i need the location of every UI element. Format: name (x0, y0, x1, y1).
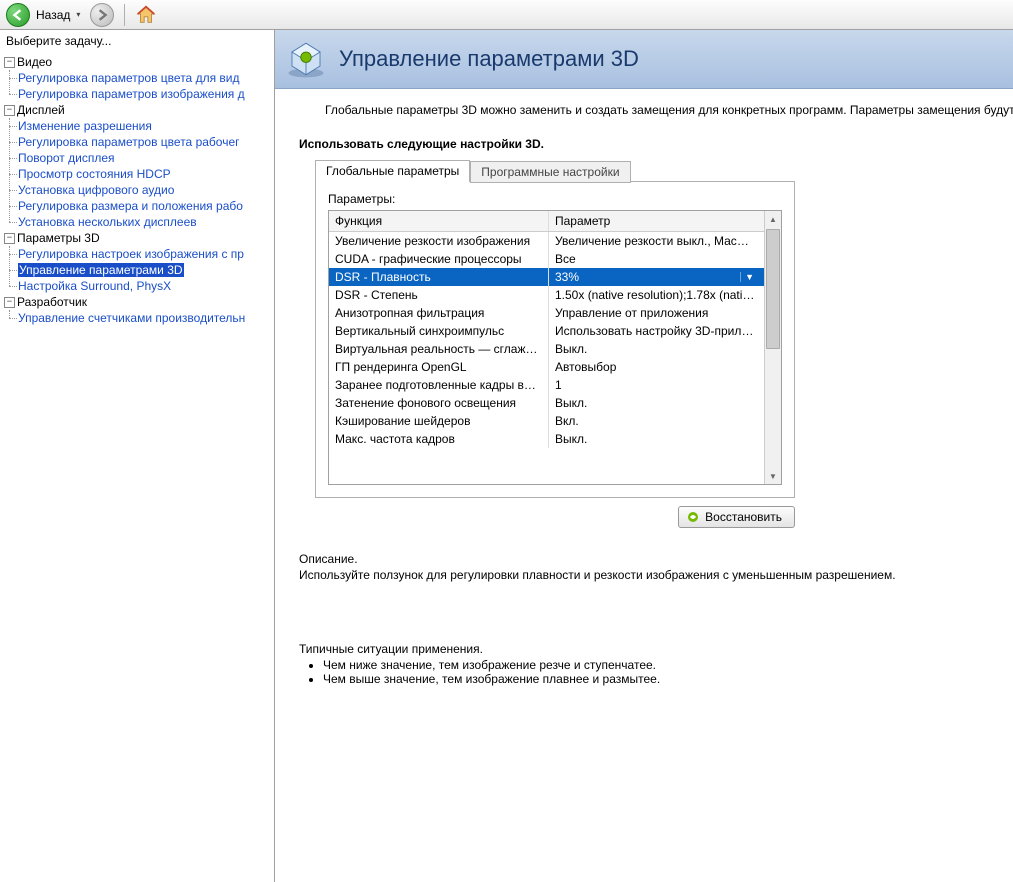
param-row[interactable]: Макс. частота кадровВыкл. (329, 430, 764, 448)
param-function: ГП рендеринга OpenGL (329, 358, 549, 376)
tab-program[interactable]: Программные настройки (470, 161, 630, 183)
scroll-thumb[interactable] (766, 229, 780, 349)
description-text: Используйте ползунок для регулировки пла… (299, 568, 1013, 582)
chevron-down-icon[interactable]: ▼ (740, 272, 758, 282)
param-value[interactable]: Выкл. (549, 430, 764, 448)
param-function: Заранее подготовленные кадры вирту... (329, 376, 549, 394)
usage-item: Чем ниже значение, тем изображение резче… (323, 658, 1013, 672)
back-button[interactable] (6, 3, 30, 27)
description-title: Описание. (299, 552, 1013, 566)
param-value[interactable]: Управление от приложения (549, 304, 764, 322)
param-row[interactable]: ГП рендеринга OpenGLАвтовыбор (329, 358, 764, 376)
tree-item[interactable]: Регулировка размера и положения рабо (18, 199, 243, 213)
param-function: Виртуальная реальность — сглаживан... (329, 340, 549, 358)
scroll-up-icon[interactable]: ▲ (765, 211, 781, 227)
intro-text: Глобальные параметры 3D можно заменить и… (325, 103, 1013, 117)
param-value[interactable]: Увеличение резкости выкл., Масштаби... (549, 232, 764, 250)
param-function: Затенение фонового освещения (329, 394, 549, 412)
tree-item[interactable]: Просмотр состояния HDCP (18, 167, 171, 181)
tab-global[interactable]: Глобальные параметры (315, 160, 470, 182)
tree-category[interactable]: Параметры 3D (17, 230, 100, 246)
page-title: Управление параметрами 3D (339, 46, 639, 72)
tree-item[interactable]: Управление параметрами 3D (18, 263, 184, 277)
back-dropdown[interactable]: ▾ (76, 10, 80, 19)
scroll-down-icon[interactable]: ▼ (765, 468, 781, 484)
tabs: Глобальные параметры Программные настрой… (315, 159, 1013, 181)
tree-category[interactable]: Видео (17, 54, 52, 70)
back-label: Назад (36, 8, 70, 22)
tree-item[interactable]: Поворот дисплея (18, 151, 115, 165)
tree-item[interactable]: Регулировка параметров изображения д (18, 87, 245, 101)
tree-item[interactable]: Установка нескольких дисплеев (18, 215, 197, 229)
param-function: DSR - Плавность (329, 268, 549, 286)
param-row[interactable]: Виртуальная реальность — сглаживан...Вык… (329, 340, 764, 358)
param-row[interactable]: Заранее подготовленные кадры вирту...1 (329, 376, 764, 394)
tree-expander[interactable]: − (4, 105, 15, 116)
param-value[interactable]: Автовыбор (549, 358, 764, 376)
tree-expander[interactable]: − (4, 297, 15, 308)
param-value[interactable]: 1 (549, 376, 764, 394)
group-title: Использовать следующие настройки 3D. (299, 137, 1013, 151)
param-function: Анизотропная фильтрация (329, 304, 549, 322)
param-value[interactable]: Выкл. (549, 340, 764, 358)
tree-item[interactable]: Регулировка параметров цвета для вид (18, 71, 239, 85)
param-function: Увеличение резкости изображения (329, 232, 549, 250)
tree-item[interactable]: Регулировка настроек изображения с пр (18, 247, 244, 261)
usage-title: Типичные ситуации применения. (299, 642, 1013, 656)
tree-item[interactable]: Изменение разрешения (18, 119, 152, 133)
col-function[interactable]: Функция (329, 211, 549, 231)
param-value[interactable]: 1.50x (native resolution);1.78x (native … (549, 286, 764, 304)
tree-category[interactable]: Дисплей (17, 102, 65, 118)
param-row[interactable]: Увеличение резкости изображенияУвеличени… (329, 232, 764, 250)
param-row[interactable]: DSR - Плавность33%▼ (329, 268, 764, 286)
header-3d-icon (285, 38, 327, 80)
tree-expander[interactable]: − (4, 57, 15, 68)
usage-item: Чем выше значение, тем изображение плавн… (323, 672, 1013, 686)
content: Управление параметрами 3D Глобальные пар… (275, 30, 1013, 882)
params-header: Функция Параметр (329, 211, 764, 232)
sidebar: Выберите задачу... −ВидеоРегулировка пар… (0, 30, 275, 882)
param-function: Кэширование шейдеров (329, 412, 549, 430)
params-table: Функция Параметр Увеличение резкости изо… (328, 210, 782, 485)
params-label: Параметры: (328, 192, 782, 206)
toolbar-separator (124, 4, 125, 26)
tree-item[interactable]: Управление счетчиками производительн (18, 311, 245, 325)
toolbar: Назад ▾ (0, 0, 1013, 30)
nav-tree: −ВидеоРегулировка параметров цвета для в… (0, 52, 274, 328)
forward-button[interactable] (90, 3, 114, 27)
tree-expander[interactable]: − (4, 233, 15, 244)
param-row[interactable]: Кэширование шейдеровВкл. (329, 412, 764, 430)
tree-item[interactable]: Установка цифрового аудио (18, 183, 174, 197)
restore-button[interactable]: Восстановить (678, 506, 795, 528)
param-value[interactable]: Выкл. (549, 394, 764, 412)
param-value[interactable]: 33%▼ (549, 268, 764, 286)
param-function: Макс. частота кадров (329, 430, 549, 448)
col-value[interactable]: Параметр (549, 211, 764, 231)
param-value[interactable]: Все (549, 250, 764, 268)
param-function: Вертикальный синхроимпульс (329, 322, 549, 340)
task-label: Выберите задачу... (0, 30, 274, 52)
param-function: DSR - Степень (329, 286, 549, 304)
param-row[interactable]: Вертикальный синхроимпульсИспользовать н… (329, 322, 764, 340)
param-function: CUDA - графические процессоры (329, 250, 549, 268)
param-row[interactable]: CUDA - графические процессорыВсе (329, 250, 764, 268)
param-row[interactable]: Анизотропная фильтрацияУправление от при… (329, 304, 764, 322)
home-icon[interactable] (135, 4, 157, 26)
tab-panel: Параметры: Функция Параметр Увеличение р… (315, 181, 795, 498)
nvidia-icon (687, 511, 699, 523)
scrollbar[interactable]: ▲ ▼ (764, 211, 781, 484)
header-bar: Управление параметрами 3D (275, 30, 1013, 89)
tree-item[interactable]: Настройка Surround, PhysX (18, 279, 171, 293)
restore-label: Восстановить (705, 510, 782, 524)
tree-category[interactable]: Разработчик (17, 294, 87, 310)
param-value[interactable]: Использовать настройку 3D-приложения (549, 322, 764, 340)
param-row[interactable]: DSR - Степень1.50x (native resolution);1… (329, 286, 764, 304)
param-row[interactable]: Затенение фонового освещенияВыкл. (329, 394, 764, 412)
param-value[interactable]: Вкл. (549, 412, 764, 430)
description: Описание. Используйте ползунок для регул… (299, 552, 1013, 582)
tree-item[interactable]: Регулировка параметров цвета рабочег (18, 135, 240, 149)
usage: Типичные ситуации применения. Чем ниже з… (299, 642, 1013, 686)
